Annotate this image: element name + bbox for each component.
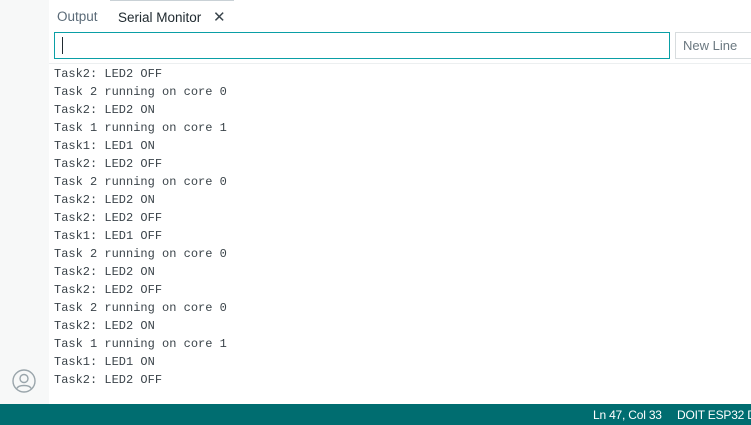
- divider: [49, 63, 751, 64]
- console-line: Task2: LED2 OFF: [54, 283, 163, 297]
- activity-bar: [0, 0, 49, 404]
- line-ending-value: New Line: [683, 38, 738, 53]
- tab-output-label: Output: [57, 9, 98, 24]
- console-line: Task2: LED2 ON: [54, 193, 155, 207]
- bottom-panel: Output Serial Monitor ✕ New Line Task2: …: [49, 0, 751, 404]
- console-line: Task2: LED2 ON: [54, 265, 155, 279]
- tab-output[interactable]: Output: [57, 0, 98, 32]
- tab-serial-monitor-label: Serial Monitor: [118, 10, 202, 25]
- serial-output: Task2: LED2 OFF Task 2 running on core 0 T…: [54, 65, 744, 397]
- line-ending-select[interactable]: New Line: [675, 32, 751, 59]
- console-line: Task 2 running on core 0: [54, 301, 227, 315]
- console-line: Task1: LED1 ON: [54, 139, 155, 153]
- board-name[interactable]: DOIT ESP32 D: [677, 404, 751, 425]
- console-line: Task 1 running on core 1: [54, 337, 227, 351]
- console-line: Task 2 running on core 0: [54, 175, 227, 189]
- serial-send-input[interactable]: [54, 32, 670, 59]
- close-icon[interactable]: ✕: [213, 1, 226, 34]
- console-line: Task 2 running on core 0: [54, 85, 227, 99]
- console-line: Task2: LED2 ON: [54, 103, 155, 117]
- tab-serial-monitor[interactable]: Serial Monitor ✕: [110, 0, 234, 32]
- status-bar: Ln 47, Col 33 DOIT ESP32 D: [0, 404, 751, 425]
- console-line: Task2: LED2 ON: [54, 319, 155, 333]
- cursor-position[interactable]: Ln 47, Col 33: [593, 404, 662, 425]
- console-line: Task1: LED1 OFF: [54, 229, 163, 243]
- ide-window: Output Serial Monitor ✕ New Line Task2: …: [0, 0, 751, 425]
- console-line: Task2: LED2 OFF: [54, 373, 163, 387]
- console-line: Task2: LED2 OFF: [54, 211, 163, 225]
- account-icon[interactable]: [12, 369, 36, 393]
- console-line: Task2: LED2 OFF: [54, 157, 163, 171]
- console-line: Task 1 running on core 1: [54, 121, 227, 135]
- panel-tabs: Output Serial Monitor ✕: [49, 0, 751, 32]
- console-line: Task2: LED2 OFF: [54, 67, 163, 81]
- text-caret: [62, 37, 63, 54]
- console-line: Task 2 running on core 0: [54, 247, 227, 261]
- console-line: Task1: LED1 ON: [54, 355, 155, 369]
